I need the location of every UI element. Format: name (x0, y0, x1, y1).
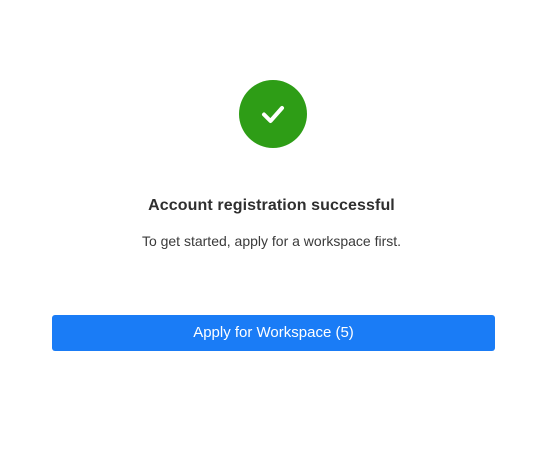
success-message: To get started, apply for a workspace fi… (141, 233, 402, 249)
check-circle-icon (239, 80, 307, 148)
success-title: Account registration successful (148, 197, 395, 214)
apply-for-workspace-button[interactable]: Apply for Workspace (5) (52, 315, 495, 351)
checkmark-icon (262, 106, 284, 123)
registration-success-screen: Account registration successful To get s… (0, 0, 543, 449)
